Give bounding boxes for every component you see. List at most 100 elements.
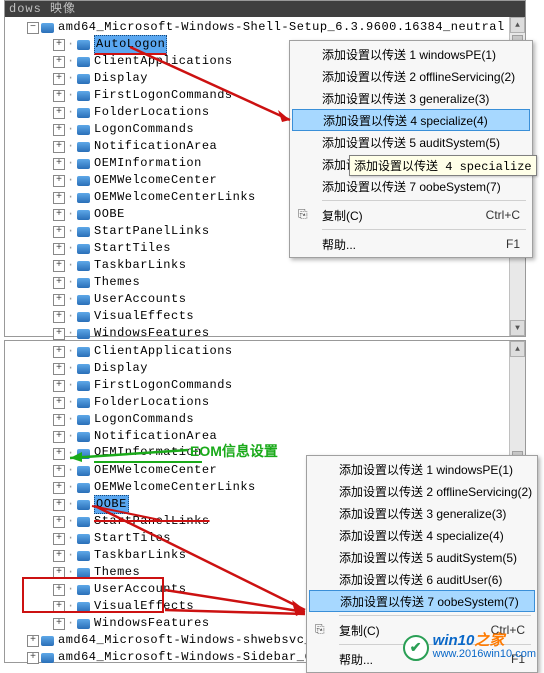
expand-icon[interactable]: + — [53, 192, 65, 204]
tree-item-label: StartTiles — [94, 530, 171, 547]
expand-icon[interactable]: + — [53, 226, 65, 238]
tree-item-label: Display — [94, 360, 148, 377]
expand-icon[interactable]: + — [53, 567, 65, 579]
tree-item[interactable]: +·FirstLogonCommands — [9, 377, 525, 394]
tree-item[interactable]: +·VisualEffects — [9, 308, 525, 325]
context-menu-item[interactable]: 添加设置以传送 2 offlineServicing(2) — [309, 480, 535, 502]
watermark: ✔ win10之家 www.2016win10.com — [403, 634, 536, 661]
folder-icon — [77, 601, 91, 613]
context-menu-item[interactable]: 添加设置以传送 2 offlineServicing(2) — [292, 65, 530, 87]
expand-icon[interactable]: + — [53, 584, 65, 596]
collapse-icon[interactable]: − — [27, 22, 39, 34]
expand-icon[interactable]: + — [53, 175, 65, 187]
context-menu-label: 添加设置以传送 4 specialize(4) — [339, 527, 504, 544]
help-label: 帮助... — [322, 236, 356, 253]
expand-icon[interactable]: + — [53, 346, 65, 358]
expand-icon[interactable]: + — [53, 363, 65, 375]
copy-icon: ⎘ — [298, 207, 308, 222]
annotation-green-text: EOM信息设置 — [190, 441, 278, 461]
scroll-up-icon[interactable]: ▲ — [510, 17, 525, 33]
expand-icon[interactable]: + — [53, 448, 65, 460]
help-hotkey: F1 — [506, 237, 520, 251]
copy-icon: ⎘ — [315, 622, 325, 637]
context-menu-item[interactable]: 添加设置以传送 1 windowsPE(1) — [292, 43, 530, 65]
tree-item[interactable]: +·Display — [9, 360, 525, 377]
expand-icon[interactable]: + — [53, 90, 65, 102]
tree-item-label: LogonCommands — [94, 411, 194, 428]
folder-icon — [77, 567, 91, 579]
expand-icon[interactable]: + — [53, 311, 65, 323]
context-menu-item[interactable]: 添加设置以传送 3 generalize(3) — [292, 87, 530, 109]
context-menu-item[interactable]: 添加设置以传送 4 specialize(4) — [292, 109, 530, 131]
folder-icon — [77, 311, 91, 323]
context-menu-item[interactable]: 添加设置以传送 5 auditSystem(5) — [309, 546, 535, 568]
expand-icon[interactable]: + — [53, 294, 65, 306]
context-menu-item[interactable]: 添加设置以传送 6 auditUser(6) — [309, 568, 535, 590]
context-menu-item[interactable]: 添加设置以传送 1 windowsPE(1) — [309, 458, 535, 480]
expand-icon[interactable]: + — [53, 533, 65, 545]
expand-icon[interactable]: + — [27, 652, 39, 664]
tree-item-label: OEMWelcomeCenter — [94, 172, 217, 189]
expand-icon[interactable]: + — [27, 635, 39, 647]
menu-help[interactable]: 帮助... F1 — [292, 233, 530, 255]
expand-icon[interactable]: + — [53, 107, 65, 119]
folder-icon — [77, 141, 91, 153]
context-menu-label: 添加设置以传送 3 generalize(3) — [322, 90, 489, 107]
expand-icon[interactable]: + — [53, 516, 65, 528]
expand-icon[interactable]: + — [53, 601, 65, 613]
expand-icon[interactable]: + — [53, 499, 65, 511]
context-menu-item[interactable]: 添加设置以传送 4 specialize(4) — [309, 524, 535, 546]
context-menu-label: 添加设置以传送 5 auditSystem(5) — [339, 549, 517, 566]
expand-icon[interactable]: + — [53, 39, 65, 51]
watermark-brand: win10 — [433, 632, 475, 649]
tree-item[interactable]: +·UserAccounts — [9, 291, 525, 308]
folder-icon — [77, 380, 91, 392]
expand-icon[interactable]: + — [53, 56, 65, 68]
expand-icon[interactable]: + — [53, 158, 65, 170]
root-label: amd64_Microsoft-Windows-Shell-Setup_6.3.… — [58, 19, 505, 36]
tree-item-label: StartPanelLinks — [94, 223, 210, 240]
menu-separator — [339, 615, 531, 616]
expand-icon[interactable]: + — [53, 431, 65, 443]
expand-icon[interactable]: + — [53, 550, 65, 562]
expand-icon[interactable]: + — [53, 465, 65, 477]
tree-item[interactable]: +·FolderLocations — [9, 394, 525, 411]
copy-label: 复制(C) — [322, 207, 363, 224]
tree-item-label: OOBE — [94, 495, 129, 514]
expand-icon[interactable]: + — [53, 243, 65, 255]
tree-item[interactable]: +·TaskbarLinks — [9, 257, 525, 274]
expand-icon[interactable]: + — [53, 260, 65, 272]
tree-item[interactable]: +·Themes — [9, 274, 525, 291]
context-menu-item[interactable]: 添加设置以传送 7 oobeSystem(7) — [309, 590, 535, 612]
tree-item-label: VisualEffects — [94, 598, 194, 615]
folder-icon — [77, 397, 91, 409]
tree-item-label: OEMWelcomeCenter — [94, 462, 217, 479]
expand-icon[interactable]: + — [53, 482, 65, 494]
expand-icon[interactable]: + — [53, 209, 65, 221]
context-menu-label: 添加设置以传送 4 specialize(4) — [323, 112, 488, 129]
titlebar: dows 映像 — [5, 1, 525, 17]
expand-icon[interactable]: + — [53, 277, 65, 289]
tree-item[interactable]: +·LogonCommands — [9, 411, 525, 428]
menu-copy[interactable]: ⎘ 复制(C) Ctrl+C — [292, 204, 530, 226]
help-label: 帮助... — [339, 651, 373, 668]
tree-root[interactable]: − amd64_Microsoft-Windows-Shell-Setup_6.… — [9, 19, 525, 36]
expand-icon[interactable]: + — [53, 380, 65, 392]
expand-icon[interactable]: + — [53, 618, 65, 630]
folder-icon — [77, 482, 91, 494]
expand-icon[interactable]: + — [53, 414, 65, 426]
folder-icon — [41, 635, 55, 647]
expand-icon[interactable]: + — [53, 124, 65, 136]
expand-icon[interactable]: + — [53, 328, 65, 340]
context-menu-item[interactable]: 添加设置以传送 7 oobeSystem(7) — [292, 175, 530, 197]
scroll-down-icon[interactable]: ▼ — [510, 320, 525, 336]
tree-item[interactable]: +·ClientApplications — [9, 343, 525, 360]
context-menu-item[interactable]: 添加设置以传送 3 generalize(3) — [309, 502, 535, 524]
scroll-up-icon[interactable]: ▲ — [510, 341, 525, 357]
expand-icon[interactable]: + — [53, 141, 65, 153]
expand-icon[interactable]: + — [53, 73, 65, 85]
folder-icon — [77, 192, 91, 204]
expand-icon[interactable]: + — [53, 397, 65, 409]
context-menu-item[interactable]: 添加设置以传送 5 auditSystem(5) — [292, 131, 530, 153]
menu-separator — [322, 200, 526, 201]
